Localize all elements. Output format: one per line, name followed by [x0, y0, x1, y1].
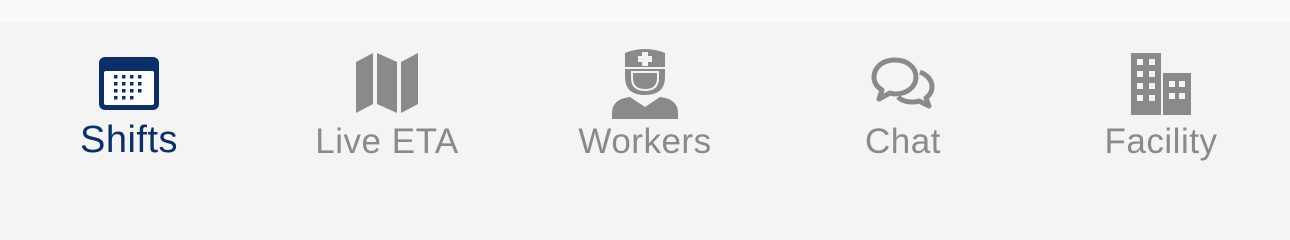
calendar-icon	[0, 48, 258, 118]
tab-workers[interactable]: Workers	[516, 22, 774, 240]
bottom-tab-bar: Shifts Live ETA Workers Chat Facility	[0, 22, 1290, 240]
status-strip	[0, 0, 1290, 22]
tab-facility[interactable]: Facility	[1032, 22, 1290, 240]
tab-live-eta-label: Live ETA	[315, 122, 459, 161]
tab-chat[interactable]: Chat	[774, 22, 1032, 240]
tab-chat-label: Chat	[865, 122, 941, 161]
map-icon	[258, 48, 516, 118]
tab-live-eta[interactable]: Live ETA	[258, 22, 516, 240]
building-icon	[1032, 48, 1290, 118]
tab-shifts-label: Shifts	[79, 119, 179, 161]
tab-workers-label: Workers	[578, 122, 712, 161]
chat-bubbles-icon	[774, 48, 1032, 118]
nurse-icon	[516, 48, 774, 119]
tab-shifts[interactable]: Shifts	[0, 22, 258, 240]
tab-facility-label: Facility	[1104, 122, 1218, 161]
